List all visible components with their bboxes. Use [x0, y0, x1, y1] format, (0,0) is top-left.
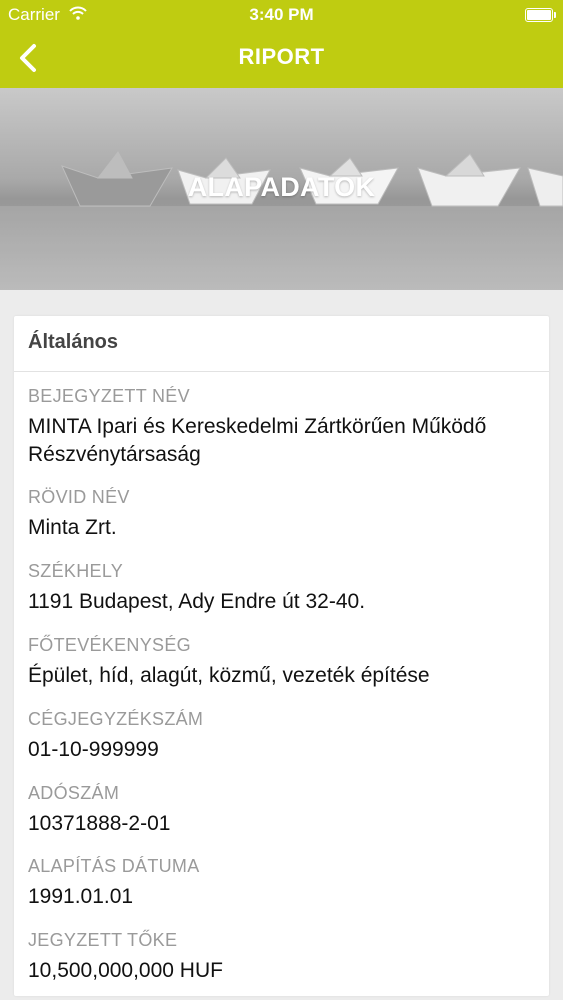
field-tax-number: ADÓSZÁM 10371888-2-01 [28, 783, 539, 838]
status-bar: Carrier 3:40 PM [0, 0, 563, 30]
field-label: SZÉKHELY [28, 561, 124, 581]
navigation-bar: RIPORT [0, 30, 563, 88]
field-main-activity: FŐTEVÉKENYSÉG Épület, híd, alagút, közmű… [28, 635, 539, 690]
field-value: Minta Zrt. [28, 516, 117, 539]
top-bar: Carrier 3:40 PM RIPORT [0, 0, 563, 88]
field-registered-name: BEJEGYZETT NÉV MINTA Ipari és Kereskedel… [28, 386, 539, 469]
field-label: BEJEGYZETT NÉV [28, 386, 190, 406]
battery-icon [525, 8, 556, 22]
field-label: CÉGJEGYZÉKSZÁM [28, 709, 204, 729]
field-value: 1991.01.01 [28, 885, 134, 908]
field-label: ADÓSZÁM [28, 783, 120, 803]
field-value: 01-10-999999 [28, 738, 159, 761]
field-registered-capital: JEGYZETT TŐKE 10,500,000,000 HUF [28, 930, 539, 985]
status-time: 3:40 PM [249, 5, 314, 24]
card-title: Általános [28, 331, 119, 353]
field-label: FŐTEVÉKENYSÉG [28, 635, 191, 655]
field-company-registration-number: CÉGJEGYZÉKSZÁM 01-10-999999 [28, 709, 539, 764]
field-short-name: RÖVID NÉV Minta Zrt. [28, 487, 539, 542]
field-label: ALAPÍTÁS DÁTUMA [28, 856, 200, 876]
field-label: JEGYZETT TŐKE [28, 930, 178, 950]
field-value: MINTA Ipari és Kereskedelmi Zártkörűen M… [28, 415, 487, 466]
card-header: Általános [14, 316, 549, 372]
general-info-card: Általános BEJEGYZETT NÉV MINTA Ipari és … [14, 316, 549, 996]
field-headquarters: SZÉKHELY 1191 Budapest, Ady Endre út 32-… [28, 561, 539, 616]
field-value: Épület, híd, alagút, közmű, vezeték épít… [28, 664, 430, 687]
field-label: RÖVID NÉV [28, 487, 130, 507]
field-founding-date: ALAPÍTÁS DÁTUMA 1991.01.01 [28, 856, 539, 911]
field-value: 1191 Budapest, Ady Endre út 32-40. [28, 590, 366, 613]
hero-banner: ALAPADATOK [0, 88, 563, 290]
hero-title: ALAPADATOK [187, 172, 376, 202]
field-value: 10,500,000,000 HUF [28, 959, 223, 982]
page-title: RIPORT [238, 44, 325, 69]
field-value: 10371888-2-01 [28, 812, 171, 835]
